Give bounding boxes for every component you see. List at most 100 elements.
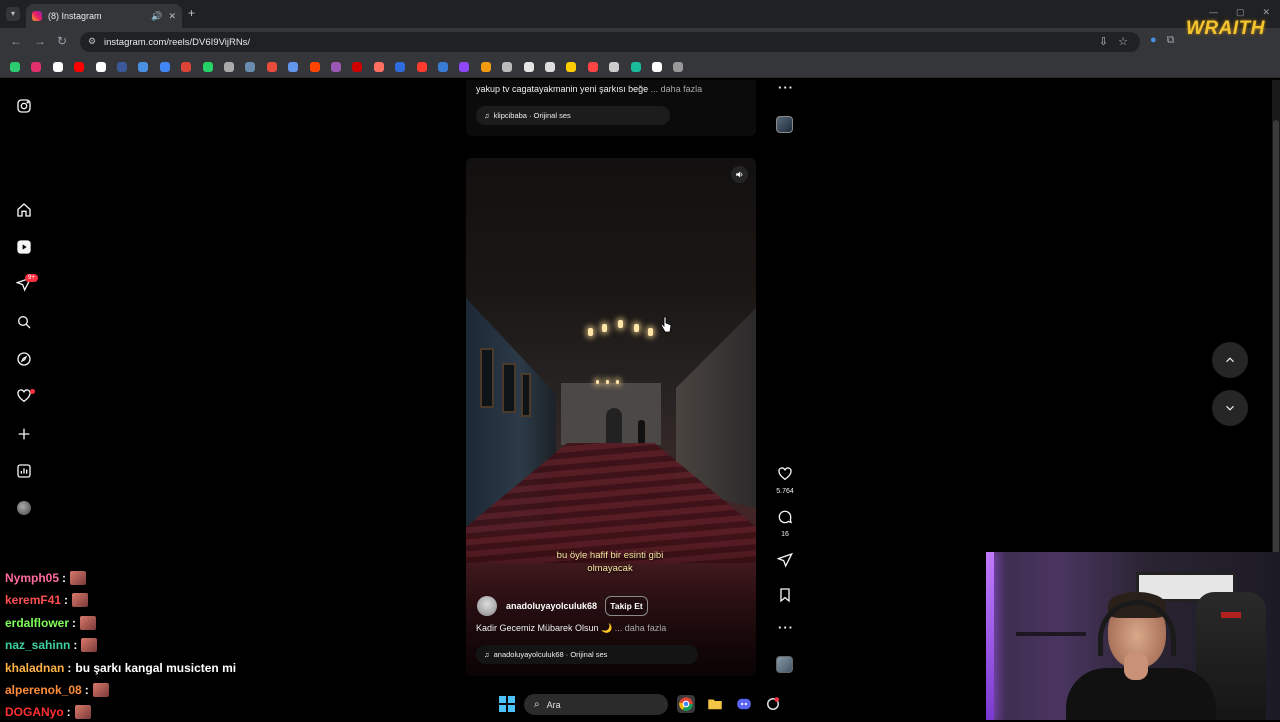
reload-icon[interactable]: ↻ — [57, 34, 67, 48]
audio-pill[interactable]: ♫ anadoluyayolculuk68 · Orijinal ses — [476, 645, 698, 664]
tab-audio-icon[interactable]: 🔊 — [151, 11, 162, 22]
bookmark-favicon-icon[interactable] — [373, 62, 384, 72]
notification-dot — [30, 389, 35, 394]
taskbar-search[interactable]: ⌕ Ara — [524, 694, 668, 715]
webcam-shelf — [1016, 632, 1086, 636]
bookmark-favicon-icon[interactable] — [74, 62, 85, 72]
bookmark-favicon-icon[interactable] — [459, 62, 470, 72]
reels-icon[interactable] — [14, 237, 34, 257]
bookmark-favicon-icon[interactable] — [609, 62, 620, 72]
bookmark-favicon-icon[interactable] — [545, 62, 555, 72]
browser-tab-bar: ▾ (8) Instagram 🔊 ✕ + — ▢ ✕ — [0, 0, 1280, 28]
bookmark-favicon-icon[interactable] — [95, 62, 106, 72]
chrome-taskbar-icon[interactable] — [677, 695, 695, 713]
chat-separator: : — [67, 660, 72, 675]
chat-message: keremF41: — [5, 590, 89, 610]
bookmark-favicon-icon[interactable] — [587, 62, 598, 72]
chat-separator: : — [73, 638, 78, 653]
bookmark-favicon-icon[interactable] — [309, 62, 320, 72]
next-reel-button[interactable] — [1212, 390, 1248, 426]
window-controls: — ▢ ✕ — [1209, 7, 1270, 18]
bookmark-favicon-icon[interactable] — [566, 62, 577, 72]
bookmark-favicon-icon[interactable] — [331, 62, 341, 72]
audio-thumbnail[interactable] — [776, 656, 793, 673]
follow-button[interactable]: Takip Et — [605, 596, 648, 616]
stream-brand-logo: WRAITH — [1186, 18, 1265, 39]
app-taskbar-icon[interactable] — [764, 695, 782, 713]
previous-audio-pill[interactable]: ♫ klipcibaba · Orijinal ses — [476, 106, 670, 125]
forward-icon[interactable]: → — [34, 34, 46, 48]
bookmark-favicon-icon[interactable] — [502, 62, 513, 72]
scrollbar-thumb[interactable] — [1273, 120, 1279, 590]
author-username[interactable]: anadoluyayolculuk68 — [506, 601, 597, 611]
previous-more-link[interactable]: ... daha fazla — [651, 84, 703, 94]
bookmark-favicon-icon[interactable] — [181, 62, 192, 72]
bookmark-favicon-icon[interactable] — [52, 62, 63, 72]
music-note-icon: ♫ — [484, 111, 490, 120]
bookmark-star-icon[interactable]: ☆ — [1118, 35, 1128, 48]
author-avatar[interactable] — [477, 596, 497, 616]
site-info-icon[interactable]: ⚙ — [88, 36, 96, 47]
explore-icon[interactable] — [14, 349, 34, 369]
more-options-icon[interactable]: ··· — [778, 620, 794, 635]
home-icon[interactable] — [14, 200, 34, 220]
chat-separator: : — [64, 593, 69, 608]
bookmark-favicon-icon[interactable] — [523, 62, 534, 72]
previous-reel-button[interactable] — [1212, 342, 1248, 378]
bookmark-favicon-icon[interactable] — [673, 62, 684, 72]
bookmark-favicon-icon[interactable] — [352, 62, 363, 72]
chat-message-text: bu şarkı kangal musicten mi — [75, 660, 237, 675]
video-scene-lamp — [634, 324, 639, 332]
comment-button[interactable]: 16 — [772, 509, 798, 538]
back-icon[interactable]: ← — [10, 34, 22, 48]
close-window-icon[interactable]: ✕ — [1262, 7, 1270, 18]
like-button[interactable]: 5.764 — [772, 466, 798, 495]
bookmark-favicon-icon[interactable] — [245, 62, 256, 72]
messages-count-badge: 9+ — [25, 274, 38, 282]
puzzle-icon[interactable]: ⧉ — [1167, 34, 1175, 47]
search-icon[interactable] — [14, 312, 34, 332]
discord-icon[interactable] — [735, 695, 753, 713]
bookmark-favicon-icon[interactable] — [395, 62, 406, 72]
bookmark-favicon-icon[interactable] — [159, 62, 170, 72]
close-tab-icon[interactable]: ✕ — [168, 11, 176, 22]
install-app-icon[interactable]: ⇩ — [1099, 35, 1108, 48]
browser-tab[interactable]: (8) Instagram 🔊 ✕ — [26, 4, 182, 28]
save-button[interactable] — [772, 587, 798, 608]
more-link[interactable]: ... daha fazla — [615, 623, 667, 633]
bookmark-favicon-icon[interactable] — [288, 62, 299, 72]
bookmark-favicon-icon[interactable] — [138, 62, 149, 72]
create-plus-icon[interactable] — [14, 424, 34, 444]
share-button[interactable] — [772, 552, 798, 573]
instagram-logo-icon[interactable] — [14, 96, 34, 116]
bookmark-favicon-icon[interactable] — [202, 62, 213, 72]
video-scene-lamp — [606, 380, 609, 384]
video-scene-window — [480, 348, 494, 408]
maximize-icon[interactable]: ▢ — [1236, 7, 1245, 18]
dashboard-icon[interactable] — [14, 461, 34, 481]
previous-more-options-icon[interactable]: ··· — [778, 80, 794, 95]
bookmark-favicon-icon[interactable] — [480, 62, 491, 72]
profile-avatar[interactable] — [17, 501, 31, 515]
previous-audio-thumbnail[interactable] — [776, 116, 793, 133]
bookmark-favicon-icon[interactable] — [416, 62, 427, 72]
previous-audio-label: klipcibaba · Orijinal ses — [493, 111, 571, 120]
bookmark-favicon-icon[interactable] — [652, 62, 662, 72]
bookmark-favicon-icon[interactable] — [630, 62, 641, 72]
minimize-icon[interactable]: — — [1209, 7, 1218, 18]
extension-icon[interactable]: ● — [1150, 34, 1157, 47]
tab-list-button[interactable]: ▾ — [6, 7, 20, 21]
bookmark-favicon-icon[interactable] — [117, 62, 127, 72]
bookmark-favicon-icon[interactable] — [266, 62, 277, 72]
chevron-up-icon — [1226, 357, 1234, 363]
windows-start-icon[interactable] — [499, 696, 515, 712]
address-bar[interactable]: ⚙ instagram.com/reels/DV6I9VijRNs/ ⇩ ☆ — [80, 32, 1140, 52]
bookmark-favicon-icon[interactable] — [438, 62, 448, 72]
bookmark-favicon-icon[interactable] — [10, 62, 20, 72]
mute-toggle-button[interactable] — [731, 166, 748, 183]
bookmark-favicon-icon[interactable] — [224, 62, 234, 72]
file-explorer-icon[interactable] — [706, 695, 724, 713]
bookmark-favicon-icon[interactable] — [31, 62, 42, 72]
chat-username: alperenok_08 — [5, 683, 82, 697]
new-tab-button[interactable]: + — [188, 6, 195, 20]
